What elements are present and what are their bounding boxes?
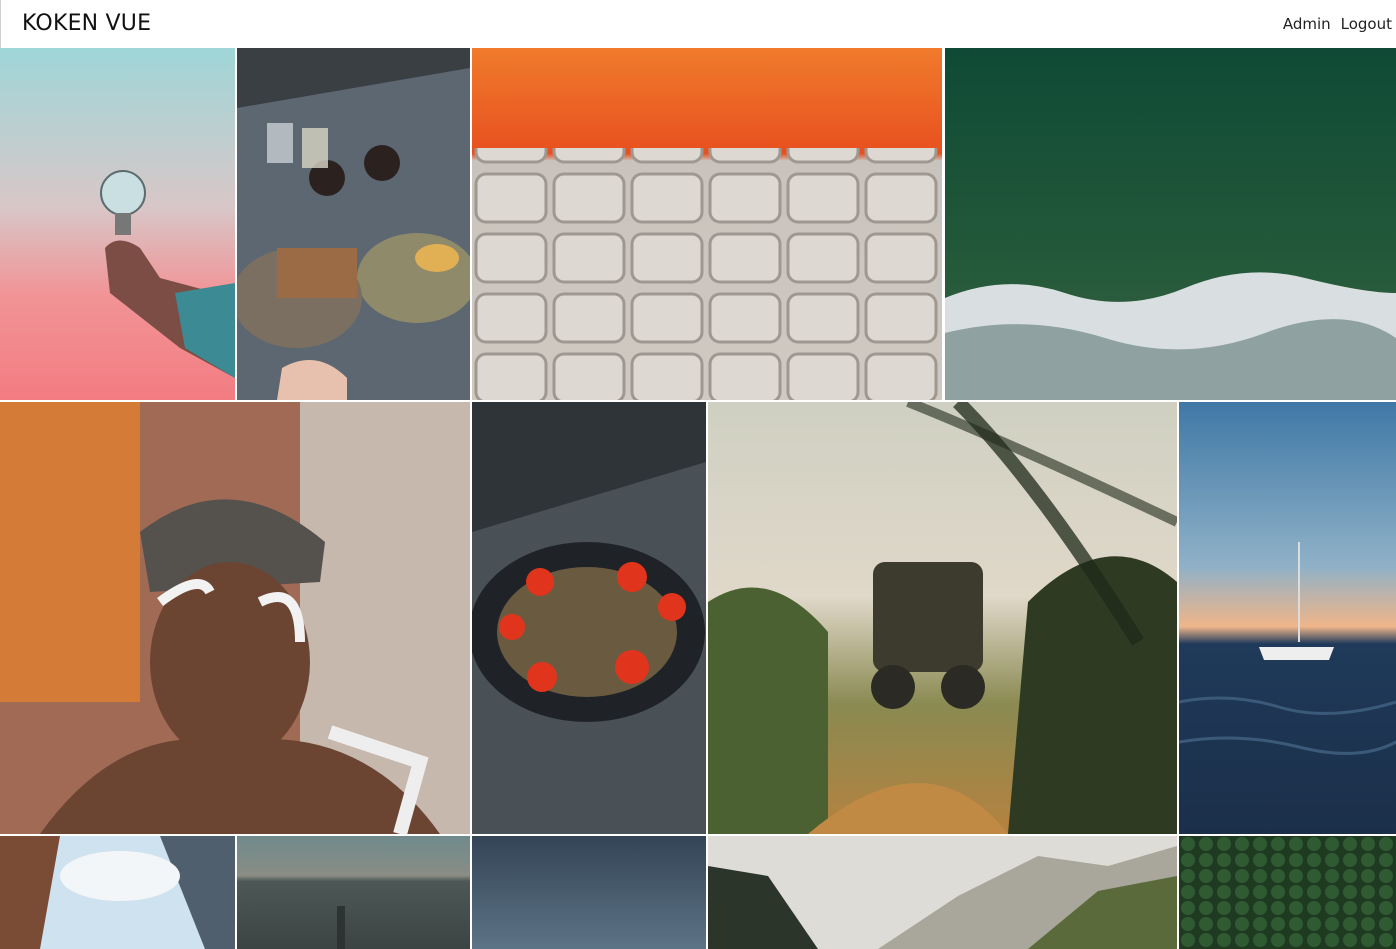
logout-link[interactable]: Logout bbox=[1341, 15, 1392, 33]
tea-table-photo bbox=[237, 48, 470, 400]
photo-tile-ocean-aerial[interactable] bbox=[945, 48, 1396, 400]
atv-jump-photo bbox=[708, 402, 1177, 834]
food-plate-photo bbox=[472, 402, 706, 834]
photo-tile-food-plate[interactable] bbox=[472, 402, 706, 834]
photo-tile-forest-aerial[interactable] bbox=[1179, 836, 1396, 949]
photo-tile-stadium-seats[interactable] bbox=[472, 48, 942, 400]
stormy-sky-photo bbox=[472, 836, 706, 949]
photo-tile-lightbulb[interactable] bbox=[0, 48, 235, 400]
face-paint-portrait-photo bbox=[0, 402, 470, 834]
photo-tile-stormy-sky[interactable] bbox=[472, 836, 706, 949]
stadium-seats-photo bbox=[472, 48, 942, 400]
photo-tile-city-aerial[interactable] bbox=[237, 836, 470, 949]
photo-tile-atv-jump[interactable] bbox=[708, 402, 1177, 834]
forest-aerial-photo bbox=[1179, 836, 1396, 949]
lightbulb-photo bbox=[0, 48, 235, 400]
top-bar: KOKEN VUE Admin Logout bbox=[0, 0, 1396, 48]
photo-tile-mountain-valley[interactable] bbox=[708, 836, 1177, 949]
ocean-aerial-photo bbox=[945, 48, 1396, 400]
mountain-valley-photo bbox=[708, 836, 1177, 949]
site-title[interactable]: KOKEN VUE bbox=[22, 11, 151, 36]
photo-tile-tea-table[interactable] bbox=[237, 48, 470, 400]
city-aerial-photo bbox=[237, 836, 470, 949]
header-nav: Admin Logout bbox=[1283, 15, 1392, 33]
photo-tile-building-sky[interactable] bbox=[0, 836, 235, 949]
admin-link[interactable]: Admin bbox=[1283, 15, 1331, 33]
photo-tile-sailboat-sunset[interactable] bbox=[1179, 402, 1396, 834]
photo-tile-face-paint-portrait[interactable] bbox=[0, 402, 470, 834]
building-sky-photo bbox=[0, 836, 235, 949]
sailboat-sunset-photo bbox=[1179, 402, 1396, 834]
